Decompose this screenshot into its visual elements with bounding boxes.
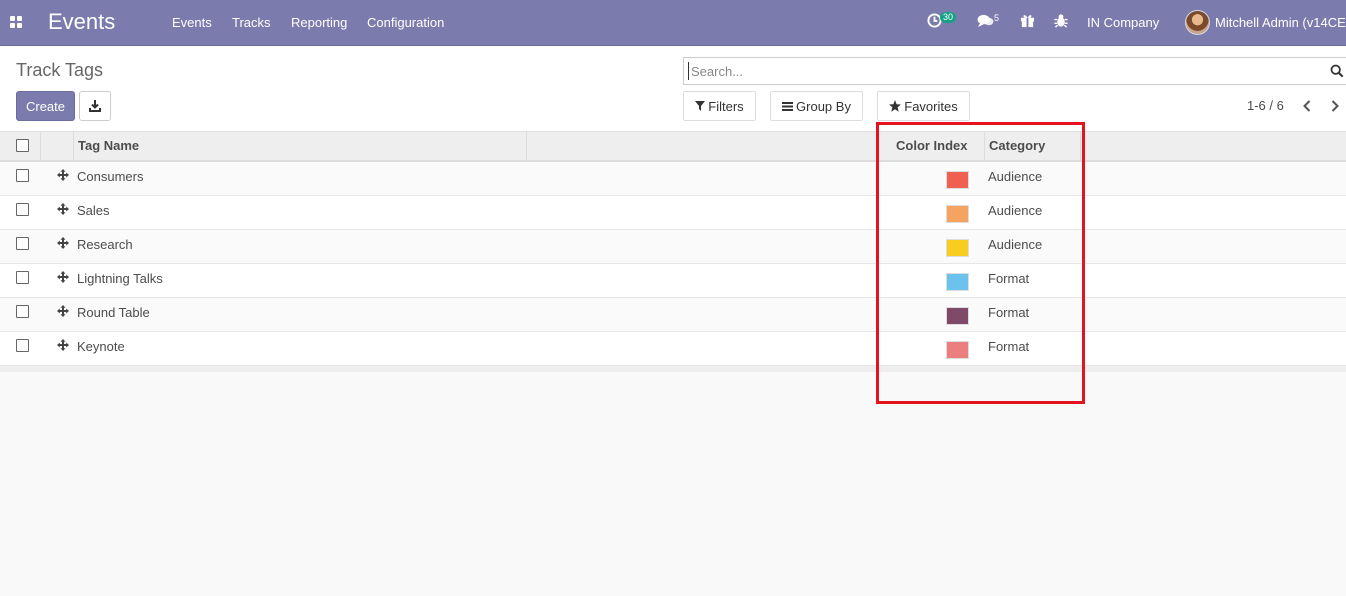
- group-by-label: Group By: [796, 98, 851, 114]
- gift-button[interactable]: [1020, 13, 1035, 31]
- user-avatar[interactable]: [1185, 10, 1210, 35]
- gift-icon: [1020, 15, 1035, 28]
- table-footer: [0, 366, 1346, 372]
- row-checkbox[interactable]: [16, 339, 29, 352]
- drag-handle-icon[interactable]: [57, 339, 69, 351]
- table-body: Consumers Audience Sales Audience Resear…: [0, 162, 1346, 366]
- table-row[interactable]: Keynote Format: [0, 332, 1346, 366]
- search-bar: [683, 57, 1346, 85]
- list-icon: [782, 101, 794, 111]
- menu-configuration[interactable]: Configuration: [367, 15, 444, 30]
- pager-previous[interactable]: [1300, 97, 1314, 115]
- tag-name-cell[interactable]: Round Table: [77, 305, 150, 320]
- create-button[interactable]: Create: [16, 91, 75, 121]
- chevron-right-icon: [1331, 100, 1339, 112]
- row-checkbox[interactable]: [16, 169, 29, 182]
- tag-name-cell[interactable]: Sales: [77, 203, 110, 218]
- search-icon[interactable]: [1330, 64, 1344, 78]
- table-row[interactable]: Lightning Talks Format: [0, 264, 1346, 298]
- chat-icon: [977, 14, 994, 28]
- bug-icon: [1054, 14, 1068, 28]
- table-header: Tag Name Color Index Category: [0, 132, 1346, 162]
- menu-tracks[interactable]: Tracks: [232, 15, 271, 30]
- pager-next[interactable]: [1328, 97, 1342, 115]
- export-button[interactable]: [79, 91, 111, 121]
- filters-button[interactable]: Filters: [683, 91, 756, 121]
- drag-handle-icon[interactable]: [57, 237, 69, 249]
- page-title: Track Tags: [16, 60, 104, 80]
- drag-handle-icon[interactable]: [57, 305, 69, 317]
- activity-count-badge: 30: [940, 12, 957, 23]
- drag-handle-icon[interactable]: [57, 271, 69, 283]
- search-input[interactable]: [688, 62, 1308, 80]
- row-checkbox[interactable]: [16, 203, 29, 216]
- menu-reporting[interactable]: Reporting: [291, 15, 347, 30]
- annotation-highlight-box: [876, 122, 1085, 404]
- debug-button[interactable]: [1054, 13, 1068, 31]
- drag-handle-icon[interactable]: [57, 203, 69, 215]
- tag-name-cell[interactable]: Keynote: [77, 339, 125, 354]
- column-divider: [73, 132, 74, 160]
- select-all-checkbox[interactable]: [16, 139, 29, 152]
- control-panel: Track Tags Create Filters Group By Favor…: [0, 46, 1346, 131]
- app-name[interactable]: Events: [48, 9, 115, 35]
- table-row[interactable]: Consumers Audience: [0, 162, 1346, 196]
- star-icon: [889, 100, 902, 112]
- table-row[interactable]: Round Table Format: [0, 298, 1346, 332]
- company-switcher[interactable]: IN Company: [1087, 15, 1159, 30]
- filters-label: Filters: [708, 98, 744, 114]
- table-row[interactable]: Sales Audience: [0, 196, 1346, 230]
- pager-value[interactable]: 1-6 / 6: [1247, 98, 1284, 113]
- activity-button[interactable]: 30: [927, 12, 957, 31]
- row-checkbox[interactable]: [16, 305, 29, 318]
- tag-name-cell[interactable]: Consumers: [77, 169, 143, 184]
- drag-handle-icon[interactable]: [57, 169, 69, 181]
- column-divider: [40, 132, 41, 160]
- favorites-label: Favorites: [904, 98, 958, 114]
- user-menu[interactable]: Mitchell Admin (v14CE: [1215, 15, 1346, 30]
- tag-name-cell[interactable]: Research: [77, 237, 133, 252]
- filter-icon: [695, 101, 706, 111]
- apps-menu-icon[interactable]: [10, 16, 23, 29]
- menu-events[interactable]: Events: [172, 15, 212, 30]
- table-row[interactable]: Research Audience: [0, 230, 1346, 264]
- row-checkbox[interactable]: [16, 237, 29, 250]
- row-checkbox[interactable]: [16, 271, 29, 284]
- chevron-left-icon: [1303, 100, 1311, 112]
- download-icon: [89, 100, 101, 112]
- tag-name-cell[interactable]: Lightning Talks: [77, 271, 163, 286]
- favorites-button[interactable]: Favorites: [877, 91, 970, 121]
- track-tags-table: Tag Name Color Index Category Consumers …: [0, 131, 1346, 372]
- column-divider: [526, 132, 527, 160]
- top-navbar: Events Events Tracks Reporting Configura…: [0, 0, 1346, 46]
- header-tag-name[interactable]: Tag Name: [78, 132, 139, 160]
- message-count-badge: 5: [994, 13, 1000, 23]
- group-by-button[interactable]: Group By: [770, 91, 863, 121]
- messages-button[interactable]: 5: [977, 13, 999, 31]
